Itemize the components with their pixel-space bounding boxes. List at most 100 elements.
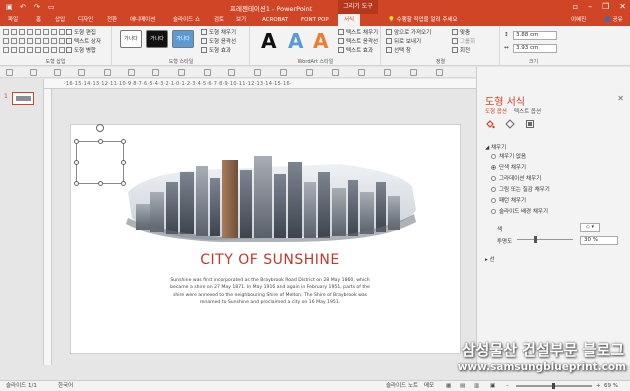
toolbar-icon-12[interactable] (280, 69, 287, 76)
toolbar-icon-10[interactable] (228, 69, 235, 76)
zoom-thumb[interactable] (552, 383, 555, 389)
style-sample-1[interactable]: 가나다 (120, 30, 142, 48)
sorter-view-icon[interactable]: ▤ (460, 381, 465, 391)
ribbon-options-icon[interactable]: ▫ (573, 2, 578, 11)
wordart-sample-1[interactable]: A (261, 29, 276, 53)
tab-text-options[interactable]: 텍스트 옵션 (514, 107, 541, 115)
fill-section-header[interactable]: ◢ 채우기 (485, 143, 506, 151)
color-picker-button[interactable]: ◇ ▾ (580, 223, 600, 232)
option-gradient-fill[interactable]: 그라데이션 채우기 (491, 175, 541, 183)
comments-button[interactable]: 메모 (424, 381, 434, 391)
slide-body-text[interactable]: Sunshine was first incorporated as the B… (165, 277, 375, 306)
wordart-sample-2[interactable]: A (288, 29, 303, 53)
option-background-fill[interactable]: 슬라이드 배경 채우기 (491, 208, 548, 216)
toolbar-icon-4[interactable] (78, 69, 85, 76)
resize-handle[interactable] (98, 181, 103, 186)
toolbar-icon-2[interactable] (30, 69, 37, 76)
toolbar-icon-11[interactable] (254, 69, 261, 76)
text-outline-button[interactable]: 텍스트 윤곽선 (338, 38, 378, 46)
tab-shape-options[interactable]: 도형 옵션 (485, 107, 507, 115)
zoom-slider[interactable] (516, 383, 592, 389)
shape-outline-button[interactable]: 도형 윤곽선 (201, 38, 236, 46)
text-box-button[interactable]: 텍스트 상자 (66, 38, 101, 46)
toolbar-icon-18[interactable] (436, 69, 443, 76)
resize-handle[interactable] (98, 139, 103, 144)
city-skyline-image[interactable] (120, 152, 420, 242)
toolbar-icon-9[interactable] (204, 69, 211, 76)
tell-me-search[interactable]: 💡 수행할 작업을 알려 주세요 (388, 15, 458, 25)
pane-close-icon[interactable]: ✕ (617, 94, 624, 103)
toolbar-icon-13[interactable] (306, 69, 313, 76)
zoom-out-icon[interactable]: – (506, 381, 509, 391)
width-input[interactable]: 3.93 cm (513, 44, 557, 53)
line-section-header[interactable]: ▸ 선 (485, 255, 495, 263)
share-button[interactable]: 👤 공유 (604, 15, 623, 25)
save-icon[interactable]: ▣ (6, 3, 14, 11)
toolbar-icon-17[interactable] (410, 69, 417, 76)
minimize-icon[interactable]: – (588, 2, 592, 11)
height-input[interactable]: 3.88 cm (513, 31, 557, 40)
tab-insert[interactable]: 삽입 (55, 15, 65, 25)
text-fill-button[interactable]: 텍스트 채우기 (338, 29, 378, 37)
toolbar-icon-7[interactable] (152, 69, 159, 76)
language-status[interactable]: 한국어 (58, 381, 73, 391)
tab-review[interactable]: 검토 (214, 15, 224, 25)
user-name[interactable]: 이혜진 (571, 15, 586, 25)
slide-thumbnail[interactable] (12, 92, 34, 105)
tab-animations[interactable]: 애니메이션 (130, 15, 155, 25)
tab-format[interactable]: 서식 (338, 14, 361, 26)
style-sample-2[interactable]: 가나다 (146, 30, 168, 48)
tab-design[interactable]: 디자인 (78, 15, 93, 25)
slide-title[interactable]: CITY OF SUNSHINE (120, 252, 420, 268)
transparency-input[interactable]: 30 % (580, 236, 618, 245)
tab-slideshow[interactable]: 슬라이드 쇼 (173, 15, 200, 25)
resize-handle[interactable] (74, 160, 79, 165)
transparency-slider[interactable] (517, 236, 573, 243)
bring-forward-button[interactable]: 앞으로 가져오기 (386, 29, 431, 37)
shape-fill-button[interactable]: 도형 채우기 (201, 29, 236, 37)
toolbar-icon-14[interactable] (332, 69, 339, 76)
text-effects-button[interactable]: 텍스트 효과 (338, 47, 373, 55)
style-sample-3[interactable]: 가나다 (172, 30, 194, 48)
fill-line-icon[interactable] (485, 119, 495, 129)
option-pattern-fill[interactable]: 패턴 채우기 (491, 197, 526, 205)
notes-button[interactable]: 슬라이드 노트 (386, 381, 418, 391)
zoom-in-icon[interactable]: + (596, 381, 601, 391)
tab-home[interactable]: 홈 (36, 15, 41, 25)
slideshow-view-icon[interactable]: ▣ (490, 381, 495, 391)
zoom-level[interactable]: 69 % (604, 381, 618, 391)
toolbar-icon-16[interactable] (384, 69, 391, 76)
resize-handle[interactable] (121, 160, 126, 165)
shape-effects-button[interactable]: 도형 효과 (201, 47, 231, 55)
resize-handle[interactable] (74, 139, 79, 144)
toolbar-icon-15[interactable] (358, 69, 365, 76)
resize-handle[interactable] (121, 181, 126, 186)
tab-transitions[interactable]: 전환 (107, 15, 117, 25)
tab-file[interactable]: 파일 (8, 15, 18, 25)
effects-icon[interactable] (505, 119, 515, 129)
toolbar-icon-5[interactable] (104, 69, 111, 76)
option-picture-fill[interactable]: 그림 또는 질감 채우기 (491, 186, 550, 194)
option-no-fill[interactable]: 채우기 없음 (491, 153, 526, 161)
option-solid-fill[interactable]: 단색 채우기 (491, 164, 526, 172)
tab-view[interactable]: 보기 (236, 15, 246, 25)
toolbar-icon-3[interactable] (54, 69, 61, 76)
selection-pane-button[interactable]: 선택 창 (386, 47, 411, 55)
resize-handle[interactable] (74, 181, 79, 186)
group-button[interactable]: 그룹화 (452, 38, 475, 46)
shape-gallery[interactable] (3, 29, 65, 55)
rotate-button[interactable]: 회전 (452, 47, 470, 55)
slider-thumb[interactable] (533, 236, 537, 243)
redo-icon[interactable]: ↷ (34, 3, 42, 11)
resize-handle[interactable] (121, 139, 126, 144)
normal-view-icon[interactable]: ▦ (446, 381, 451, 391)
toolbar-icon-8[interactable] (178, 69, 185, 76)
toolbar-icon-6[interactable] (128, 69, 135, 76)
rotate-handle-icon[interactable] (96, 124, 104, 132)
present-icon[interactable]: ▭ (48, 3, 56, 11)
reading-view-icon[interactable]: ▥ (474, 381, 479, 391)
tab-fontpop[interactable]: FONT POP (301, 15, 329, 25)
toolbar-icon-1[interactable] (6, 69, 13, 76)
shape-edit-button[interactable]: 도형 편집 (66, 29, 96, 37)
undo-icon[interactable]: ↶ (20, 3, 28, 11)
